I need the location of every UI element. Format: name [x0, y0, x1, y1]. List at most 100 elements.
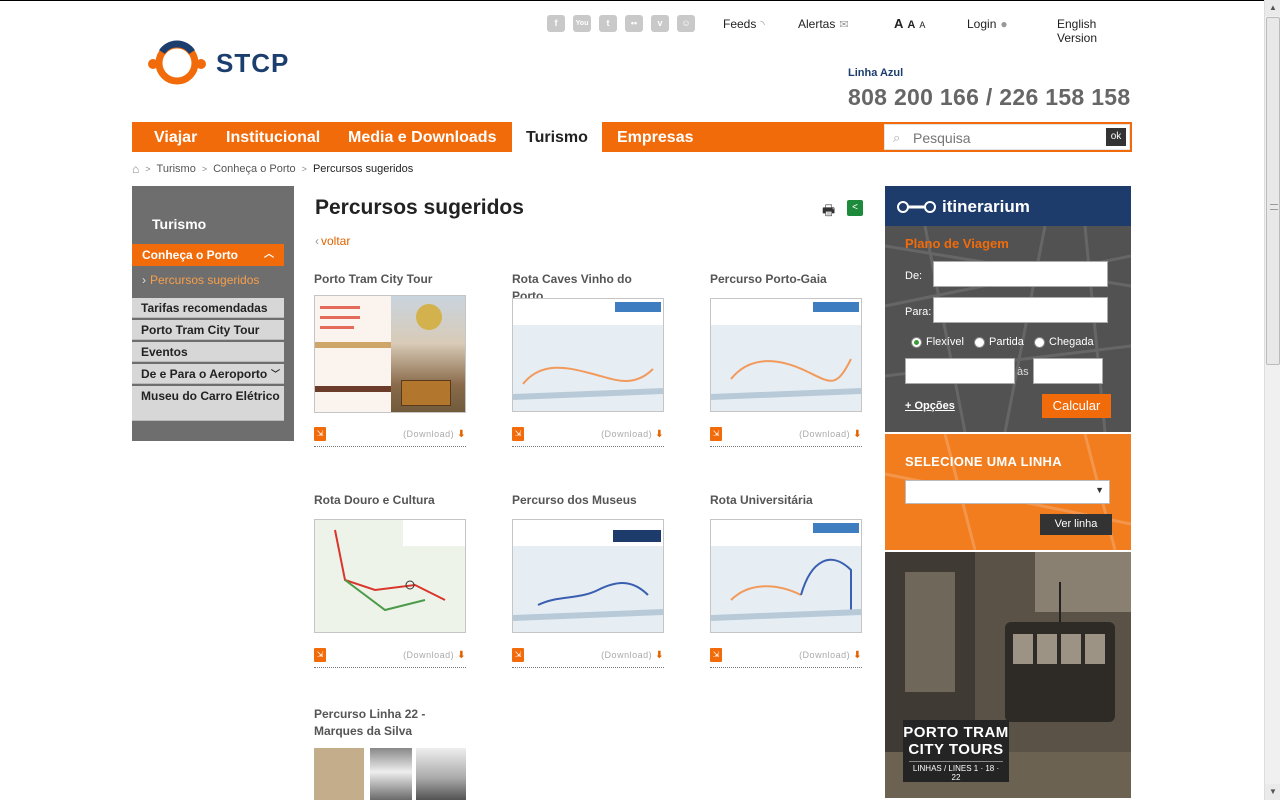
- sidebar-section-label: Conheça o Porto: [142, 248, 239, 262]
- route-title[interactable]: Rota Douro e Cultura: [314, 492, 466, 509]
- sidebar-item-percursos-sugeridos[interactable]: › Percursos sugeridos: [132, 270, 284, 290]
- scroll-thumb[interactable]: [1266, 17, 1280, 365]
- to-field[interactable]: [933, 297, 1108, 323]
- route-thumbnail[interactable]: [314, 519, 466, 633]
- route-title[interactable]: Percurso Linha 22 - Marques da Silva: [314, 706, 444, 740]
- font-small-button[interactable]: A: [919, 20, 925, 30]
- radio-label: Partida: [989, 336, 1024, 348]
- myspace-icon[interactable]: ☺: [677, 15, 695, 32]
- more-options-link[interactable]: + Opções: [905, 400, 955, 412]
- scroll-up-arrow[interactable]: ▲: [1265, 0, 1280, 16]
- print-icon[interactable]: 🖶: [822, 200, 838, 218]
- pdf-icon[interactable]: ⇲: [710, 427, 722, 441]
- sidebar-item-tram-city-tour[interactable]: Porto Tram City Tour: [132, 320, 284, 340]
- scroll-down-arrow[interactable]: ▼: [1265, 784, 1280, 800]
- calculate-button[interactable]: Calcular: [1042, 394, 1111, 418]
- itinerarium-widget: itinerarium Plano de Viagem De: Para: Fl…: [885, 186, 1131, 432]
- route-thumbnail[interactable]: [710, 298, 862, 412]
- breadcrumb-conheca-porto[interactable]: Conheça o Porto: [213, 163, 296, 175]
- font-large-button[interactable]: A: [894, 16, 903, 31]
- english-version-link[interactable]: English Version: [1057, 17, 1132, 45]
- breadcrumb-turismo[interactable]: Turismo: [157, 163, 196, 175]
- route-title[interactable]: Percurso dos Museus: [512, 492, 664, 509]
- route-card: Rota Douro e Cultura ⇲ (Download) ⬇: [314, 492, 466, 677]
- to-label: Para:: [905, 306, 932, 318]
- badge-line-1: PORTO TRAM: [903, 724, 1009, 741]
- radio-chegada[interactable]: Chegada: [1034, 336, 1094, 348]
- nav-viajar[interactable]: Viajar: [132, 122, 219, 152]
- route-title[interactable]: Porto Tram City Tour: [314, 271, 466, 288]
- line-selector-title: SELECIONE UMA LINHA: [905, 454, 1062, 469]
- pdf-icon[interactable]: ⇲: [512, 648, 524, 662]
- breadcrumb-separator: >: [301, 164, 307, 174]
- download-link[interactable]: (Download) ⬇: [403, 650, 466, 661]
- route-card: Percurso dos Museus ⇲ (Download) ⬇: [512, 492, 664, 677]
- route-title[interactable]: Rota Universitária: [710, 492, 862, 509]
- tram-tours-badge: PORTO TRAM CITY TOURS LINHAS / LINES 1 ·…: [903, 720, 1009, 782]
- sidebar-item-eventos[interactable]: Eventos: [132, 342, 284, 362]
- pdf-icon[interactable]: ⇲: [710, 648, 722, 662]
- nav-media-downloads[interactable]: Media e Downloads: [334, 122, 510, 152]
- youtube-icon[interactable]: You: [573, 15, 591, 32]
- itinerarium-header: itinerarium: [885, 186, 1131, 226]
- download-link[interactable]: (Download) ⬇: [799, 429, 862, 440]
- route-thumbnail[interactable]: [314, 748, 466, 800]
- home-icon[interactable]: ⌂: [132, 162, 139, 176]
- sidebar-item-museu[interactable]: Museu do Carro Elétrico: [132, 386, 284, 421]
- itinerarium-title: itinerarium: [942, 197, 1030, 216]
- nav-turismo[interactable]: Turismo: [512, 122, 602, 153]
- pdf-icon[interactable]: ⇲: [512, 427, 524, 441]
- radio-button: [974, 336, 985, 348]
- hotline-number: 808 200 166 / 226 158 158: [848, 84, 1131, 110]
- route-title[interactable]: Percurso Porto-Gaia: [710, 271, 862, 288]
- nav-institucional[interactable]: Institucional: [212, 122, 334, 152]
- stcp-logo[interactable]: STCP: [146, 38, 289, 88]
- route-thumbnail[interactable]: [512, 519, 664, 633]
- tram-city-tours-banner[interactable]: PORTO TRAM CITY TOURS LINHAS / LINES 1 ·…: [885, 552, 1131, 798]
- login-link[interactable]: Login ●: [967, 17, 1008, 31]
- view-line-button[interactable]: Ver linha: [1040, 514, 1112, 535]
- twitter-icon[interactable]: t: [599, 15, 617, 32]
- sidebar-item-aeroporto[interactable]: De e Para o Aeroporto ﹀: [132, 364, 284, 384]
- time-field[interactable]: [1033, 358, 1103, 384]
- route-thumbnail[interactable]: [314, 295, 466, 413]
- from-field[interactable]: [933, 261, 1108, 287]
- download-link[interactable]: (Download) ⬇: [601, 429, 664, 440]
- share-icon[interactable]: <: [847, 200, 863, 216]
- radio-partida[interactable]: Partida: [974, 336, 1024, 348]
- sidebar-sub-label: Percursos sugeridos: [150, 273, 260, 287]
- envelope-icon: ✉: [839, 19, 849, 31]
- route-thumbnail[interactable]: [512, 298, 664, 412]
- breadcrumb: ⌂ > Turismo > Conheça o Porto > Percurso…: [132, 162, 413, 176]
- rss-icon: ◝: [760, 19, 765, 31]
- line-select[interactable]: ▼: [905, 480, 1110, 504]
- search-input[interactable]: [913, 128, 1093, 147]
- back-link[interactable]: ‹ voltar: [315, 234, 350, 248]
- flickr-icon[interactable]: ••: [625, 15, 643, 32]
- facebook-icon[interactable]: f: [547, 15, 565, 32]
- route-footer: ⇲ (Download) ⬇: [314, 648, 466, 668]
- vertical-scrollbar[interactable]: ▲ ▼: [1264, 0, 1280, 800]
- search-button[interactable]: ok: [1106, 128, 1126, 146]
- pdf-icon[interactable]: ⇲: [314, 648, 326, 662]
- nav-empresas[interactable]: Empresas: [603, 122, 708, 152]
- pdf-icon[interactable]: ⇲: [314, 427, 326, 441]
- date-field[interactable]: [905, 358, 1015, 384]
- font-medium-button[interactable]: A: [907, 19, 915, 31]
- download-link[interactable]: (Download) ⬇: [799, 650, 862, 661]
- download-link[interactable]: (Download) ⬇: [601, 650, 664, 661]
- alertas-link[interactable]: Alertas ✉: [798, 17, 849, 31]
- badge-line-2: CITY TOURS: [908, 741, 1004, 758]
- breadcrumb-current: Percursos sugeridos: [312, 163, 414, 175]
- download-link[interactable]: (Download) ⬇: [403, 429, 466, 440]
- radio-flexivel[interactable]: Flexível: [911, 336, 964, 348]
- page-tools: 🖶 <: [822, 200, 863, 218]
- vimeo-icon[interactable]: v: [651, 15, 669, 32]
- feeds-link[interactable]: Feeds ◝: [723, 17, 765, 31]
- font-size-controls: AAA: [894, 15, 929, 33]
- route-thumbnail[interactable]: [710, 519, 862, 633]
- sidebar-section-conheca-porto[interactable]: Conheça o Porto ︿: [132, 244, 284, 266]
- sidebar-item-tarifas[interactable]: Tarifas recomendadas: [132, 298, 284, 318]
- left-sidebar: Turismo Conheça o Porto ︿ › Percursos sug…: [132, 186, 294, 441]
- feeds-label: Feeds: [723, 17, 757, 31]
